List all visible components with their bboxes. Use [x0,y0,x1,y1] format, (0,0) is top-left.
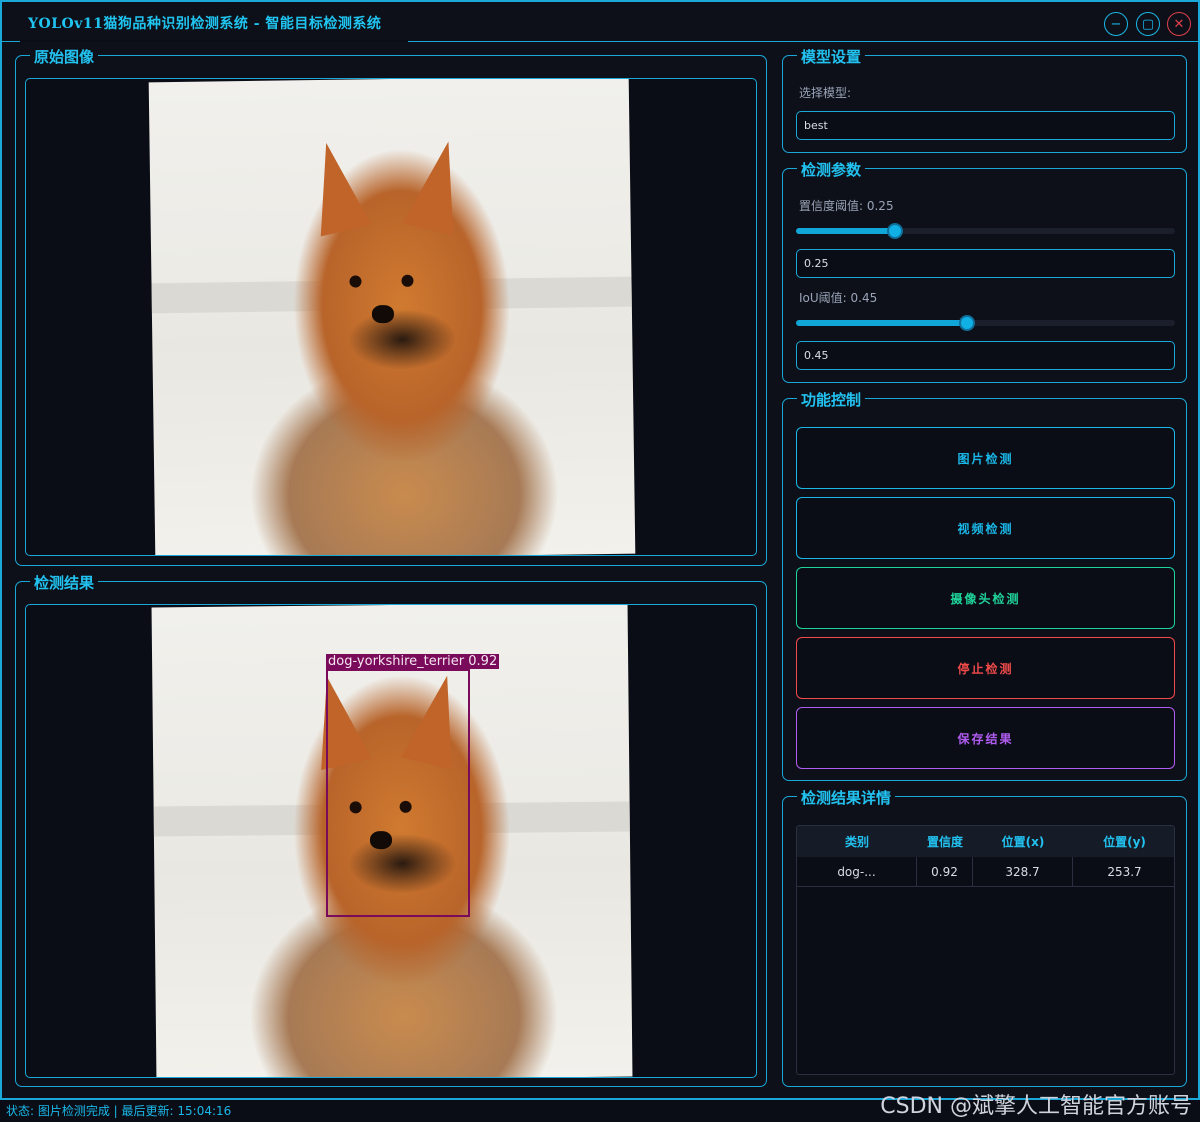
window-title: YOLOv11猫狗品种识别检测系统 - 智能目标检测系统 [28,16,382,32]
iou-input[interactable]: 0.45 [796,341,1175,370]
confidence-label: 置信度阈值: 0.25 [799,199,894,213]
minimize-icon[interactable]: − [1104,12,1128,36]
iou-slider[interactable] [796,315,1175,331]
model-select[interactable]: best [796,111,1175,140]
select-model-label: 选择模型: [799,86,852,100]
table-cell-class[interactable]: dog-... [797,857,917,887]
title-underline [20,40,408,42]
image-detect-button[interactable]: 图片检测 [796,427,1175,489]
model-settings-panel: 模型设置 选择模型: best [782,46,1187,153]
original-image-panel: 原始图像 [15,46,767,566]
detection-params-title: 检测参数 [797,159,866,180]
table-header-confidence[interactable]: 置信度 [917,826,973,857]
results-detail-title: 检测结果详情 [797,787,896,808]
table-header-class[interactable]: 类别 [797,826,917,857]
result-image-frame: dog-yorkshire_terrier 0.92 [25,604,757,1078]
stop-detect-button[interactable]: 停止检测 [796,637,1175,699]
iou-slider-handle[interactable] [959,315,975,331]
detection-result-panel: 检测结果 dog-yorkshire_terrier 0.92 [15,572,767,1087]
close-icon[interactable]: ✕ [1167,12,1191,36]
original-dog-photo [148,79,636,555]
original-image-frame [25,78,757,556]
model-settings-title: 模型设置 [797,46,866,67]
results-detail-panel: 检测结果详情 类别 置信度 位置(x) 位置(y) dog-... 0.92 3… [782,787,1187,1087]
save-results-button[interactable]: 保存结果 [796,707,1175,769]
camera-detect-button[interactable]: 摄像头检测 [796,567,1175,629]
title-bar: YOLOv11猫狗品种识别检测系统 - 智能目标检测系统 − ▢ ✕ [2,2,1198,42]
app-window: YOLOv11猫狗品种识别检测系统 - 智能目标检测系统 − ▢ ✕ 原始图像 … [0,0,1200,1100]
detection-bounding-box [326,669,470,917]
detection-params-panel: 检测参数 置信度阈值: 0.25 0.25 IoU阈值: 0.45 0.45 [782,159,1187,383]
results-table: 类别 置信度 位置(x) 位置(y) dog-... 0.92 328.7 25… [796,825,1175,1075]
table-cell-y[interactable]: 253.7 [1073,857,1174,887]
confidence-slider-handle[interactable] [887,223,903,239]
table-cell-x[interactable]: 328.7 [973,857,1073,887]
table-cell-confidence[interactable]: 0.92 [917,857,973,887]
confidence-slider[interactable] [796,223,1175,239]
detection-result-title: 检测结果 [30,572,99,593]
function-controls-title: 功能控制 [797,389,866,410]
table-header-y[interactable]: 位置(y) [1073,826,1174,857]
table-header-x[interactable]: 位置(x) [973,826,1073,857]
detection-label: dog-yorkshire_terrier 0.92 [326,654,500,669]
maximize-icon[interactable]: ▢ [1136,12,1160,36]
iou-label: IoU阈值: 0.45 [799,291,878,305]
video-detect-button[interactable]: 视频检测 [796,497,1175,559]
function-controls-panel: 功能控制 图片检测 视频检测 摄像头检测 停止检测 保存结果 [782,389,1187,781]
watermark-text: CSDN @斌擎人工智能官方账号 [880,1094,1192,1119]
original-image-title: 原始图像 [30,46,99,67]
confidence-slider-fill [796,228,895,234]
confidence-input[interactable]: 0.25 [796,249,1175,278]
iou-slider-fill [796,320,967,326]
